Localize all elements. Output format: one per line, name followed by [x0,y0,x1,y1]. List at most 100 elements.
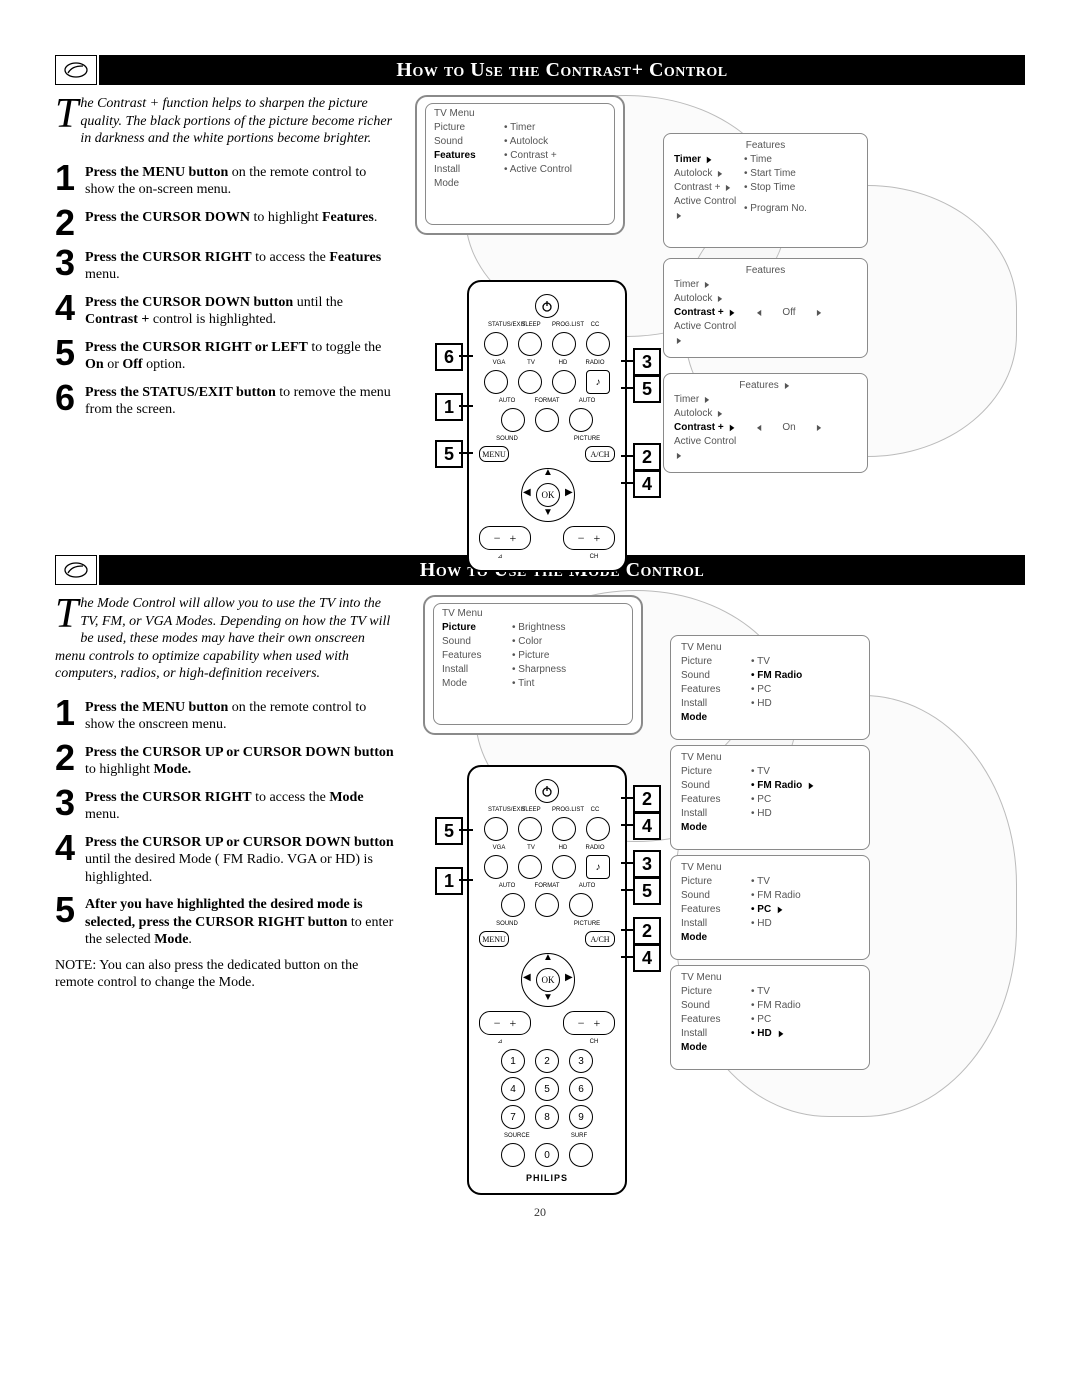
remote-button[interactable] [552,370,576,394]
remote-button[interactable] [535,893,559,917]
leader-line [621,824,633,826]
button-label: AUTO [572,883,602,889]
button-label: AUTO [492,883,522,889]
step-number: 3 [55,787,85,824]
menu-row: Active Control ▶• Program No. [674,195,857,223]
remote-button[interactable]: ♪ [586,855,610,879]
remote-button[interactable] [518,370,542,394]
menu-row: Picture• Timer [434,121,606,135]
digit-button[interactable]: 2 [535,1049,559,1073]
ok-button[interactable]: OK [536,968,560,992]
menu-row: Timer ▶ [674,393,857,407]
power-button[interactable] [535,294,559,318]
remote-button[interactable] [518,332,542,356]
digit-button[interactable]: 3 [569,1049,593,1073]
digit-button[interactable]: 5 [535,1077,559,1101]
intro-rest: he Contrast + function helps to sharpen … [80,96,392,146]
osd-tv-menu: TV Menu Picture• TimerSound• AutolockFea… [415,95,625,235]
remote-button[interactable] [552,855,576,879]
step-number: 6 [55,382,85,419]
menu-row: Active Control ▶ [674,320,857,348]
osd-tv-menu: TV Menu Picture• BrightnessSound• ColorF… [423,595,643,735]
menu-button[interactable]: MENU [479,446,509,462]
intro-rest: he Mode Control will allow you to use th… [55,596,390,681]
ok-button[interactable]: OK [536,483,560,507]
step-text: Press the CURSOR DOWN button until the C… [85,292,395,329]
osd-features-on: Features ▶ Timer ▶Autolock ▶Contrast + ▶… [663,373,868,473]
menu-row: Active Control ▶ [674,435,857,463]
step-number: 4 [55,832,85,887]
leader-line [621,360,633,362]
menu-row: Install• Active Control [434,163,606,177]
ach-button[interactable]: A/CH [585,931,615,947]
step-number: 3 [55,247,85,284]
menu-row: Features• Picture [442,649,624,663]
remote-button[interactable] [535,408,559,432]
button-label [532,921,562,927]
remote-button[interactable] [484,332,508,356]
leader-line [621,797,633,799]
button-label: PICTURE [572,921,602,927]
remote-button[interactable] [586,332,610,356]
brand-label: PHILIPS [475,1173,619,1183]
button-label: SOUND [492,436,522,442]
callout-5: 5 [435,817,463,845]
step-number: 1 [55,697,85,734]
leader-line [621,862,633,864]
menu-body: Picture• BrightnessSound• ColorFeatures•… [442,621,624,691]
source-button[interactable] [501,1143,525,1167]
remote-button[interactable] [484,855,508,879]
leader-line [459,879,473,881]
digit-button[interactable]: 9 [569,1105,593,1129]
leader-line [621,387,633,389]
step-text: Press the STATUS/EXIT button to remove t… [85,382,395,419]
remote-button[interactable] [484,817,508,841]
channel-rocker[interactable]: − + [563,526,615,550]
callout-2b: 2 [633,917,661,945]
menu-row: Timer ▶• Time [674,153,857,167]
step: 3Press the CURSOR RIGHT to access the Mo… [55,787,395,824]
remote-button[interactable] [586,817,610,841]
menu-button[interactable]: MENU [479,931,509,947]
remote-button[interactable]: ♪ [586,370,610,394]
digit-button[interactable]: 8 [535,1105,559,1129]
remote-button[interactable] [518,855,542,879]
button-label: SOUND [492,921,522,927]
remote-button[interactable] [501,408,525,432]
section-mode: How to Use the Mode Control The Mode Con… [55,555,1025,1175]
remote-button[interactable] [569,408,593,432]
digit-button[interactable]: 1 [501,1049,525,1073]
callout-1: 1 [435,393,463,421]
digit-button[interactable]: 6 [569,1077,593,1101]
digit-button[interactable]: 0 [535,1143,559,1167]
remote-button[interactable] [552,332,576,356]
volume-rocker[interactable]: − + [479,526,531,550]
remote-button[interactable] [569,893,593,917]
button-label: TV [520,845,542,851]
button-label: FORMAT [532,883,562,889]
callout-6: 6 [435,343,463,371]
remote-button[interactable] [552,817,576,841]
volume-rocker[interactable]: − + [479,1011,531,1035]
cursor-pad[interactable]: OK▲▼◀▶ [487,466,607,522]
step-number: 5 [55,337,85,374]
remote-button[interactable] [518,817,542,841]
digit-button[interactable]: 4 [501,1077,525,1101]
ach-button[interactable]: A/CH [585,446,615,462]
cursor-pad[interactable]: OK▲▼◀▶ [487,951,607,1007]
note-icon [55,55,97,85]
button-label: HD [552,360,574,366]
remote-button[interactable] [501,893,525,917]
menu-row: Contrast + ▶▶On▶ [674,421,857,435]
surf-button[interactable] [569,1143,593,1167]
digit-button[interactable]: 7 [501,1105,525,1129]
osd-tv-menu-mode: TV MenuPicture• TVSound• FM RadioFeature… [670,635,870,740]
channel-rocker[interactable]: − + [563,1011,615,1035]
power-button[interactable] [535,779,559,803]
remote-button[interactable] [484,370,508,394]
callout-4: 4 [633,470,661,498]
menu-row: Contrast + ▶▶Off▶ [674,306,857,320]
menu-row: Autolock ▶• Start Time [674,167,857,181]
manual-page: How to Use the Contrast+ Control The Con… [0,0,1080,1250]
button-label: SOURCE [504,1133,526,1139]
